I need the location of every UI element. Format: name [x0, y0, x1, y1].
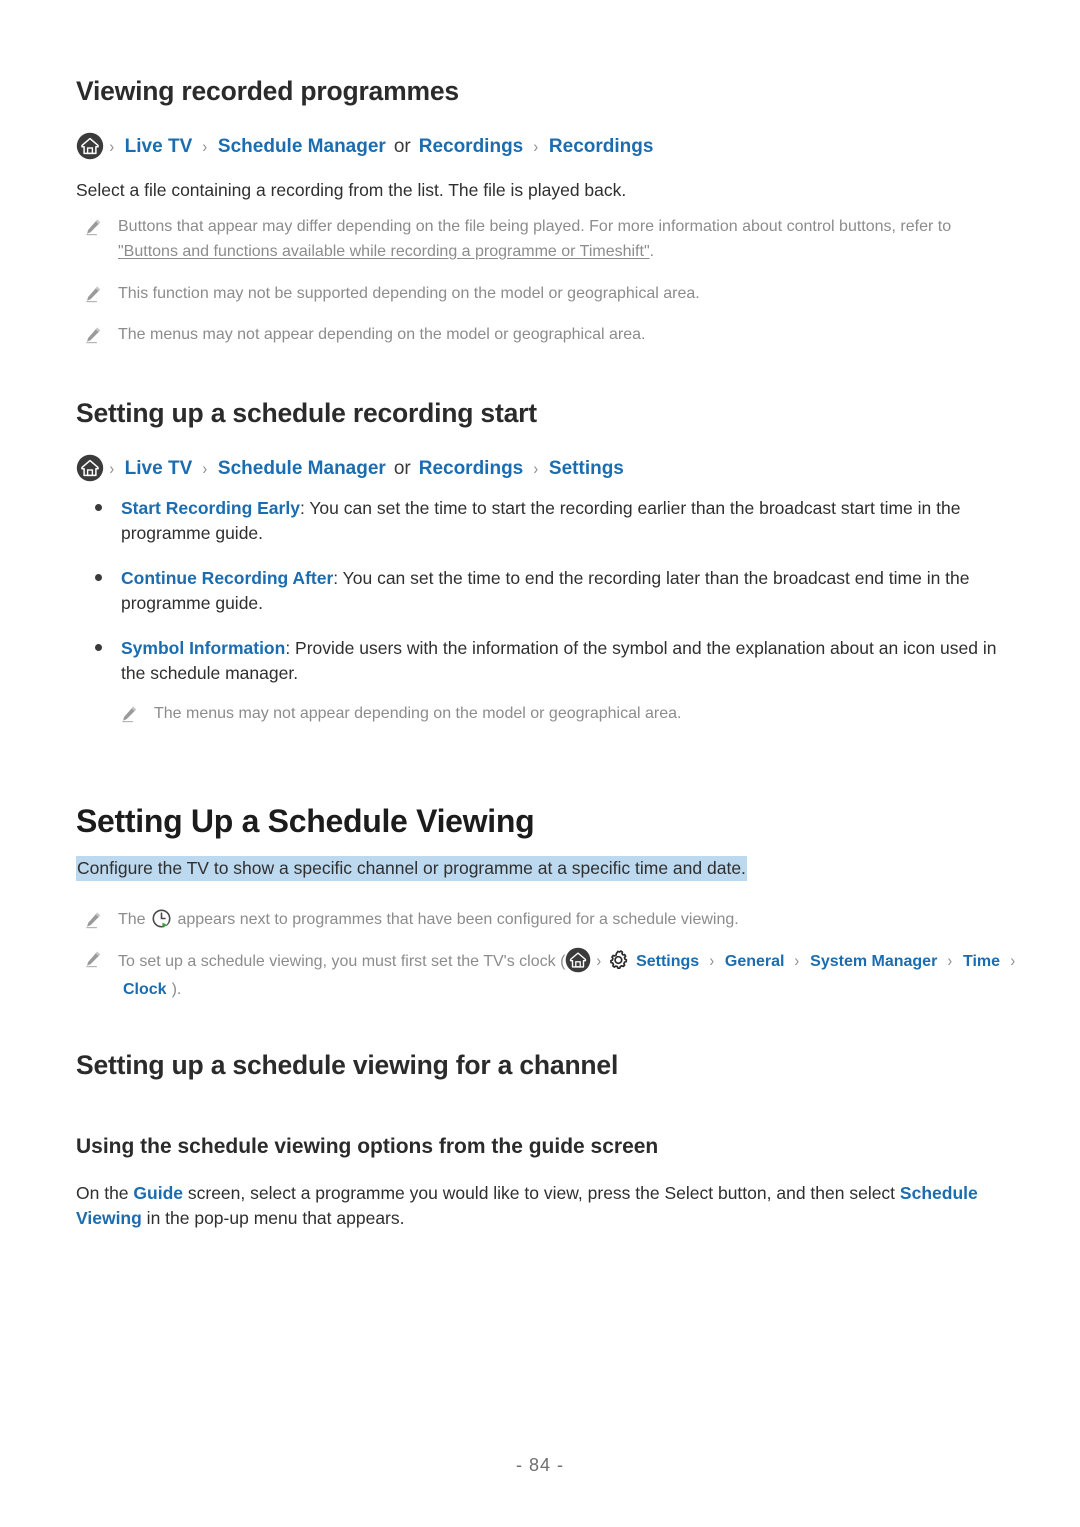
- path-chevron: ›: [1010, 951, 1016, 970]
- breadcrumb-chevron: ›: [202, 458, 208, 478]
- page-title-setting-up-a-schedule-viewing: Setting Up a Schedule Viewing: [76, 803, 535, 839]
- breadcrumb-item-recordings[interactable]: Recordings: [414, 459, 529, 478]
- schedule-viewing-clock-icon: [151, 908, 172, 929]
- path-item-clock[interactable]: Clock: [118, 981, 172, 998]
- selected-text-highlight: Configure the TV to show a specific chan…: [76, 856, 747, 881]
- breadcrumb-item-live-tv[interactable]: Live TV: [120, 459, 198, 478]
- note-text-after: ).: [171, 980, 182, 998]
- note-item: The menus may not appear depending on th…: [76, 323, 1006, 348]
- list-item: Start Recording Early: You can set the t…: [76, 496, 1016, 546]
- list-item-term[interactable]: Symbol Information: [121, 638, 285, 658]
- note-text-before: Buttons that appear may differ depending…: [118, 218, 952, 235]
- pencil-icon: [120, 705, 138, 723]
- gear-icon[interactable]: [607, 949, 629, 971]
- inline-link-guide[interactable]: Guide: [133, 1183, 183, 1203]
- pencil-icon-wrap: [76, 323, 118, 344]
- heading-schedule-viewing-for-a-channel: Setting up a schedule viewing for a chan…: [76, 1050, 619, 1080]
- note-text: To set up a schedule viewing, you must f…: [118, 947, 1021, 1003]
- pencil-icon: [84, 326, 102, 344]
- note-text: Buttons that appear may differ depending…: [118, 215, 1006, 265]
- pencil-icon-wrap: [112, 702, 154, 723]
- breadcrumb-item-recordings[interactable]: Recordings: [414, 137, 529, 156]
- pencil-icon-wrap: [76, 947, 118, 968]
- page-number: - 84 -: [515, 1455, 564, 1475]
- list-item-body: Start Recording Early: You can set the t…: [121, 496, 1016, 546]
- note-item: This function may not be supported depen…: [76, 282, 1006, 307]
- pencil-icon: [84, 285, 102, 303]
- paragraph-part-2: screen, select a programme you would lik…: [183, 1183, 900, 1203]
- note-text: The appears next to programmes that have…: [118, 908, 1006, 933]
- paragraph-part-3: in the pop-up menu that appears.: [141, 1208, 405, 1229]
- breadcrumb-chevron: ›: [533, 458, 539, 478]
- path-chevron: ›: [596, 951, 602, 970]
- note-item-clock: The appears next to programmes that have…: [76, 908, 1006, 933]
- pencil-icon-wrap: [76, 908, 118, 929]
- heading-viewing-recorded-programmes: Viewing recorded programmes: [76, 76, 459, 106]
- bullet-dot-icon: [95, 644, 102, 651]
- path-item-general[interactable]: General: [720, 953, 790, 970]
- note-text-after: .: [649, 242, 655, 260]
- path-item-time[interactable]: Time: [958, 953, 1005, 970]
- pencil-icon: [84, 950, 102, 968]
- highlighted-intro-paragraph: Configure the TV to show a specific chan…: [76, 856, 1016, 881]
- intro-paragraph-viewing-recorded: Select a file containing a recording fro…: [76, 180, 627, 200]
- subheading-using-schedule-viewing-options: Using the schedule viewing options from …: [76, 1135, 659, 1158]
- path-chevron: ›: [709, 951, 715, 970]
- bullet-marker-wrap: [76, 496, 121, 511]
- home-icon[interactable]: [565, 947, 591, 973]
- path-chevron: ›: [947, 951, 953, 970]
- breadcrumb-chevron: ›: [109, 458, 115, 478]
- heading-setting-up-schedule-recording-start: Setting up a schedule recording start: [76, 398, 537, 428]
- note-item: The menus may not appear depending on th…: [112, 702, 1012, 727]
- breadcrumb-conjunction-or: or: [393, 457, 411, 479]
- note-text: The menus may not appear depending on th…: [154, 705, 682, 722]
- breadcrumb-item-live-tv[interactable]: Live TV: [120, 137, 198, 156]
- list-item-body: Continue Recording After: You can set th…: [121, 566, 1016, 616]
- home-icon[interactable]: [76, 132, 104, 160]
- home-icon[interactable]: [76, 454, 104, 482]
- note-item: Buttons that appear may differ depending…: [76, 215, 1006, 265]
- pencil-icon: [84, 218, 102, 236]
- note-item-clock-setup: To set up a schedule viewing, you must f…: [76, 947, 1021, 1003]
- breadcrumb-item-schedule-manager[interactable]: Schedule Manager: [213, 137, 391, 156]
- note-text-after: appears next to programmes that have bee…: [173, 911, 739, 928]
- path-item-system-manager[interactable]: System Manager: [805, 953, 942, 970]
- breadcrumb-item-recordings-2[interactable]: Recordings: [544, 137, 659, 156]
- bullet-dot-icon: [95, 574, 102, 581]
- bullet-marker-wrap: [76, 636, 121, 651]
- document-page: Viewing recorded programmes › Live TV › …: [0, 0, 1080, 1527]
- breadcrumb-chevron: ›: [533, 136, 539, 156]
- list-item-term[interactable]: Continue Recording After: [121, 568, 333, 588]
- note-text: This function may not be supported depen…: [118, 285, 700, 302]
- note-text-before: To set up a schedule viewing, you must f…: [118, 953, 566, 970]
- list-item-body: Symbol Information: Provide users with t…: [121, 636, 1023, 686]
- bullet-marker-wrap: [76, 566, 121, 581]
- pencil-icon-wrap: [76, 215, 118, 236]
- breadcrumb-conjunction-or: or: [393, 135, 411, 157]
- note-text-before: The: [118, 911, 151, 928]
- list-item: Symbol Information: Provide users with t…: [76, 636, 1023, 686]
- path-item-settings[interactable]: Settings: [631, 953, 704, 970]
- breadcrumb-chevron: ›: [109, 136, 115, 156]
- breadcrumb-viewing-recorded: › Live TV › Schedule Manager or Recordin…: [76, 132, 658, 160]
- list-item-term[interactable]: Start Recording Early: [121, 498, 300, 518]
- bullet-dot-icon: [95, 504, 102, 511]
- pencil-icon-wrap: [76, 282, 118, 303]
- note-text: The menus may not appear depending on th…: [118, 326, 646, 343]
- breadcrumb-chevron: ›: [202, 136, 208, 156]
- paragraph-part-1: On the: [76, 1183, 134, 1203]
- paragraph-guide-instructions: On the Guide screen, select a programme …: [76, 1181, 1011, 1232]
- cross-reference-link[interactable]: "Buttons and functions available while r…: [118, 243, 650, 260]
- list-item: Continue Recording After: You can set th…: [76, 566, 1016, 616]
- breadcrumb-item-schedule-manager[interactable]: Schedule Manager: [213, 459, 391, 478]
- pencil-icon: [84, 911, 102, 929]
- breadcrumb-schedule-recording-start: › Live TV › Schedule Manager or Recordin…: [76, 454, 629, 482]
- breadcrumb-item-settings[interactable]: Settings: [544, 459, 629, 478]
- path-chevron: ›: [794, 951, 800, 970]
